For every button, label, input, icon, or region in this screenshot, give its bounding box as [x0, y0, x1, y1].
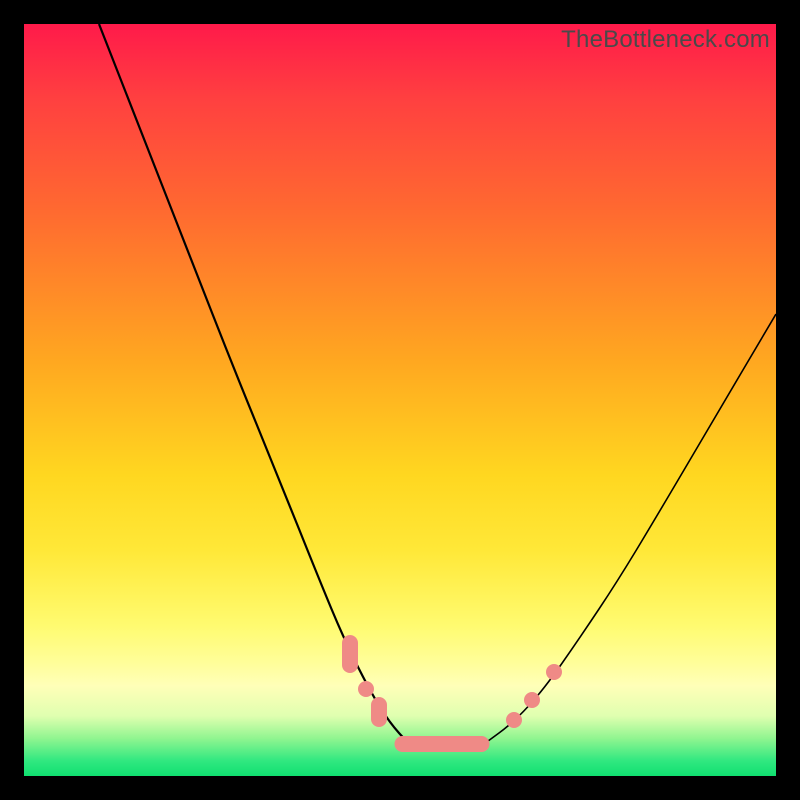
- marker-pill-vertical: [342, 635, 358, 673]
- watermark-text: TheBottleneck.com: [561, 26, 770, 54]
- marker-pill-vertical: [371, 697, 387, 727]
- marker-dot: [358, 681, 374, 697]
- marker-dot: [546, 664, 562, 680]
- data-markers: [24, 24, 776, 776]
- marker-pill-horizontal: [395, 736, 490, 752]
- chart-area: TheBottleneck.com: [24, 24, 776, 776]
- marker-dot: [524, 692, 540, 708]
- marker-dot: [506, 712, 522, 728]
